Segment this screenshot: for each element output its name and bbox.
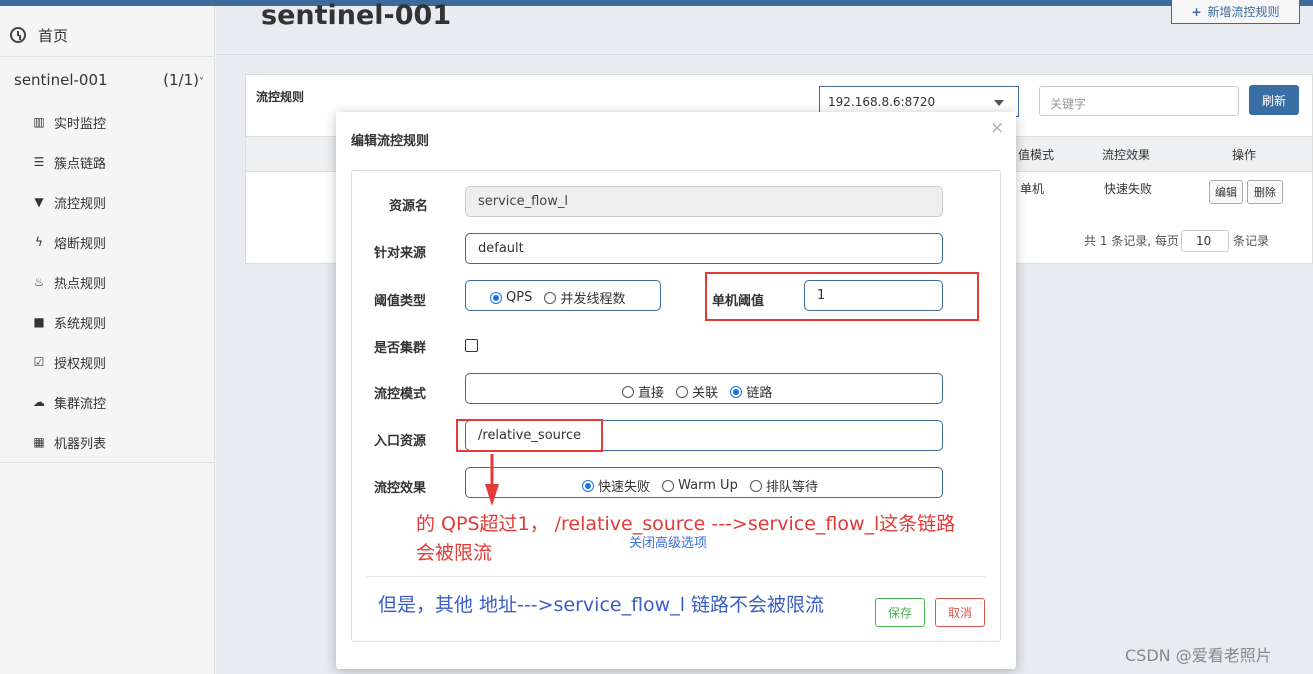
entry-resource-label: 入口资源	[374, 434, 427, 449]
flow-effect-group: 快速失败 Warm Up 排队等待	[465, 467, 943, 498]
radio-relate[interactable]: 关联	[676, 382, 718, 401]
flow-mode-group: 直接 关联 链路	[465, 373, 943, 404]
radio-qps[interactable]: QPS	[490, 290, 532, 305]
cluster-checkbox[interactable]	[465, 339, 478, 352]
origin-input[interactable]: default	[465, 233, 943, 264]
modal-title: 编辑流控规则	[351, 134, 430, 149]
threshold-type-group: QPS 并发线程数	[465, 280, 661, 311]
resource-name-input[interactable]: service_flow_l	[465, 186, 943, 217]
highlight-threshold-box	[705, 272, 979, 321]
highlight-entry-box	[456, 419, 603, 452]
arrow-down-icon	[485, 454, 499, 506]
cancel-button[interactable]: 取消	[935, 598, 985, 627]
radio-direct[interactable]: 直接	[622, 382, 664, 401]
flow-effect-label: 流控效果	[374, 481, 427, 496]
resource-label: 资源名	[389, 199, 429, 214]
radio-fast-fail[interactable]: 快速失败	[582, 476, 650, 495]
threshold-type-label: 阈值类型	[374, 294, 427, 309]
cluster-label: 是否集群	[374, 341, 427, 356]
radio-chain[interactable]: 链路	[730, 382, 772, 401]
radio-queue[interactable]: 排队等待	[749, 476, 818, 495]
save-button[interactable]: 保存	[875, 598, 925, 627]
radio-warm-up[interactable]: Warm Up	[662, 478, 738, 493]
form-divider	[366, 576, 986, 577]
flow-mode-label: 流控模式	[374, 387, 427, 402]
close-icon[interactable]: ×	[990, 118, 1004, 138]
watermark: CSDN @爱看老照片	[1125, 646, 1272, 665]
radio-thread-count[interactable]: 并发线程数	[544, 288, 625, 307]
origin-label: 针对来源	[374, 246, 427, 261]
close-advanced-link[interactable]: 关闭高级选项	[629, 532, 707, 551]
annotation-blue: 但是，其他 地址--->service_flow_l 链路不会被限流	[378, 594, 825, 616]
